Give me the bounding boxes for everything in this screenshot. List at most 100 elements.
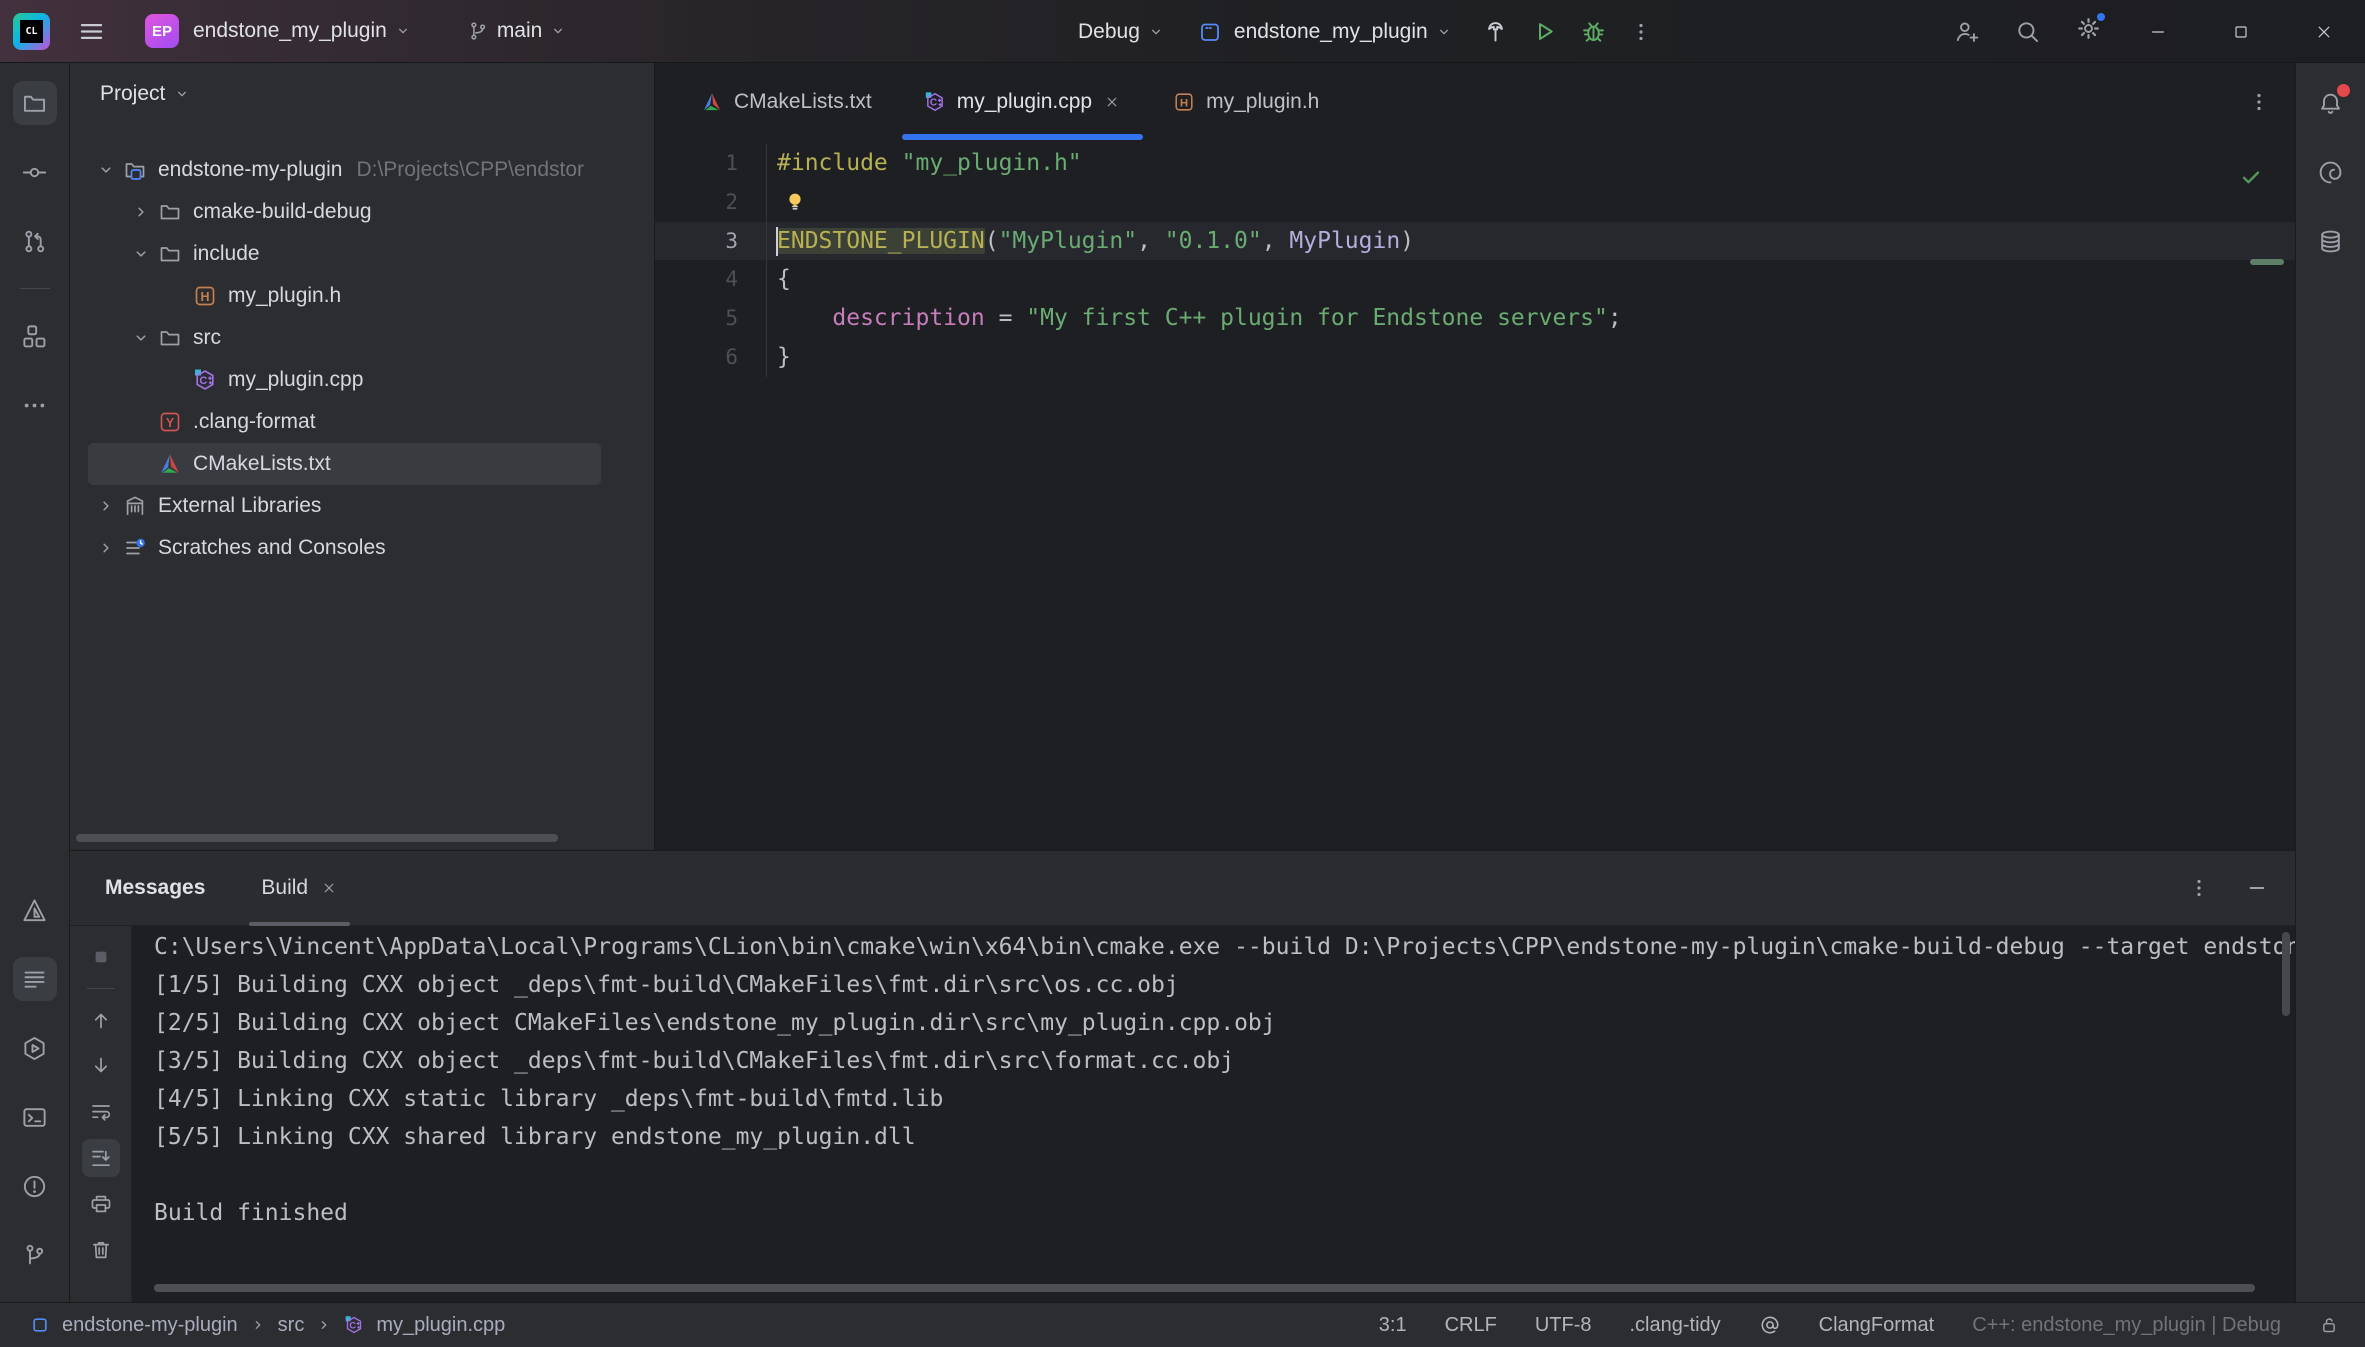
arrow-up-icon [89, 1008, 113, 1032]
window-maximize-button[interactable] [2199, 0, 2282, 63]
lock-open-icon[interactable] [2319, 1315, 2339, 1335]
tool-button-messages[interactable] [12, 957, 57, 1001]
run-play-icon[interactable] [1531, 18, 1558, 45]
tool-button-ai-assistant[interactable] [2309, 150, 2353, 194]
chevron-down-icon[interactable] [123, 329, 158, 347]
tree-item-endstone-my-plugin[interactable]: endstone-my-plugin D:\Projects\CPP\endsto… [88, 149, 601, 191]
tool-button-pull-requests[interactable] [13, 219, 57, 263]
problems-icon [21, 1173, 48, 1200]
breadcrumb-src[interactable]: src [278, 1314, 305, 1337]
clang-format-widget[interactable]: ClangFormat [1819, 1314, 1935, 1337]
editor-tab-my_plugin.h[interactable]: Hmy_plugin.h [1147, 63, 1345, 140]
kebab-menu-icon[interactable] [1629, 20, 1653, 44]
console-action-clear-all[interactable] [82, 1231, 120, 1269]
tree-item-CMakeLists.txt[interactable]: CMakeLists.txt [88, 443, 601, 485]
settings-button[interactable] [2075, 11, 2107, 48]
project-panel-title[interactable]: Project [100, 82, 165, 106]
panel-options-kebab-icon[interactable] [2187, 876, 2211, 900]
pull-request-icon [21, 228, 48, 255]
project-horizontal-scrollbar[interactable] [76, 834, 558, 842]
chevron-right-icon[interactable] [88, 497, 123, 515]
console-action-soft-wrap[interactable] [82, 1093, 120, 1131]
chevron-down-icon [1436, 24, 1452, 40]
tool-button-commit[interactable] [13, 150, 57, 194]
toolchain-widget[interactable]: C++: endstone_my_plugin | Debug [1972, 1314, 2281, 1337]
tool-button-structure[interactable] [13, 314, 57, 358]
line-separator-widget[interactable]: CRLF [1445, 1314, 1497, 1337]
tool-button-cmake[interactable] [13, 888, 57, 932]
debug-bug-icon[interactable] [1580, 18, 1607, 45]
build-console[interactable]: C:\Users\Vincent\AppData\Local\Programs\… [132, 926, 2295, 1302]
tool-button-problems[interactable] [13, 1164, 57, 1208]
tree-item-cmake-build-debug[interactable]: cmake-build-debug [88, 191, 601, 233]
messages-icon [21, 966, 48, 993]
chevron-right-icon[interactable] [88, 539, 123, 557]
tree-item-include[interactable]: include [88, 233, 601, 275]
window-close-button[interactable] [2282, 0, 2365, 63]
chevron-down-icon[interactable] [88, 161, 123, 179]
console-line: [4/5] Linking CXX static library _deps\f… [154, 1086, 944, 1112]
code-line-4[interactable]: 4{ [655, 260, 2295, 300]
console-horizontal-scrollbar[interactable] [154, 1284, 2255, 1292]
tree-item-Scratches and Consoles[interactable]: Scratches and Consoles [88, 527, 601, 569]
tool-button-database[interactable] [2309, 219, 2353, 263]
run-config-selector[interactable]: endstone_my_plugin [1234, 20, 1428, 44]
svg-text:H: H [1180, 97, 1188, 109]
tool-button-project[interactable] [12, 81, 57, 125]
window-minimize-button[interactable] [2116, 0, 2199, 63]
inspections-check-icon[interactable] [2239, 165, 2263, 189]
editor-tab-my_plugin.cpp[interactable]: Cmy_plugin.cpp [898, 63, 1147, 140]
breadcrumb-endstone-my-plugin[interactable]: endstone-my-plugin [62, 1314, 238, 1337]
main-menu-icon[interactable] [78, 18, 105, 45]
project-selector[interactable]: endstone_my_plugin [193, 19, 387, 43]
code-line-1[interactable]: 1 #include "my_plugin.h" [655, 144, 2295, 183]
run-mode-selector[interactable]: Debug [1078, 20, 1140, 44]
tab-options-kebab-icon[interactable] [2247, 63, 2271, 140]
tool-button-version-control[interactable] [13, 1233, 57, 1277]
scratches-icon [123, 536, 147, 560]
code-line-2[interactable]: 2 [655, 182, 2295, 222]
console-vertical-scrollbar[interactable] [2282, 932, 2290, 1016]
line-number: 5 [655, 299, 767, 338]
clang-tidy-widget[interactable]: .clang-tidy [1629, 1314, 1720, 1337]
breadcrumb-my_plugin.cpp[interactable]: my_plugin.cpp [376, 1314, 505, 1337]
tab-label: CMakeLists.txt [734, 89, 872, 113]
tree-item-src[interactable]: src [88, 317, 601, 359]
tool-button-terminal[interactable] [13, 1095, 57, 1139]
chevron-right-icon[interactable] [123, 203, 158, 221]
console-action-scroll-to-end[interactable] [81, 1139, 120, 1177]
code-line-5[interactable]: 5 description = "My first C++ plugin for… [655, 299, 2295, 338]
left-stripe-bottom [12, 888, 57, 1277]
encoding-widget[interactable]: UTF-8 [1535, 1314, 1592, 1337]
build-hammer-icon[interactable] [1482, 18, 1509, 45]
right-tool-stripe [2295, 63, 2365, 1302]
caret-position-widget[interactable]: 3:1 [1379, 1314, 1407, 1337]
chevron-down-icon[interactable] [174, 86, 190, 102]
tool-button-run[interactable] [13, 1026, 57, 1070]
clang-format-at-icon[interactable] [1759, 1314, 1781, 1336]
branch-selector[interactable]: main [497, 19, 543, 43]
close-tab-icon[interactable] [1103, 93, 1121, 111]
build-tab[interactable]: Build [249, 851, 350, 926]
tool-button-notifications[interactable] [2309, 81, 2353, 125]
code-line-3[interactable]: 3 ENDSTONE_PLUGIN("MyPlugin", "0.1.0", My… [655, 221, 2295, 261]
tree-item-External Libraries[interactable]: External Libraries [88, 485, 601, 527]
chevron-down-icon [132, 245, 150, 263]
add-user-icon[interactable] [1953, 18, 1980, 45]
tree-item-my_plugin.h[interactable]: Hmy_plugin.h [88, 275, 601, 317]
tree-item-.clang-format[interactable]: Y .clang-format [88, 401, 601, 443]
editor-tab-CMakeLists.txt[interactable]: CMakeLists.txt [675, 63, 898, 140]
search-icon[interactable] [2014, 18, 2041, 45]
console-action-print[interactable] [82, 1185, 120, 1223]
tree-item-my_plugin.cpp[interactable]: Cmy_plugin.cpp [88, 359, 601, 401]
code-line-6[interactable]: 6} [655, 337, 2295, 377]
console-action-next-message[interactable] [82, 1047, 120, 1085]
console-action-stop[interactable] [82, 938, 120, 976]
hide-panel-icon[interactable] [2245, 876, 2269, 900]
project-badge[interactable]: EP [145, 14, 179, 48]
tool-button-more-tool-windows[interactable] [13, 383, 57, 427]
close-tab-icon[interactable] [320, 879, 338, 897]
console-action-previous-message[interactable] [82, 1001, 120, 1039]
chevron-down-icon[interactable] [123, 245, 158, 263]
